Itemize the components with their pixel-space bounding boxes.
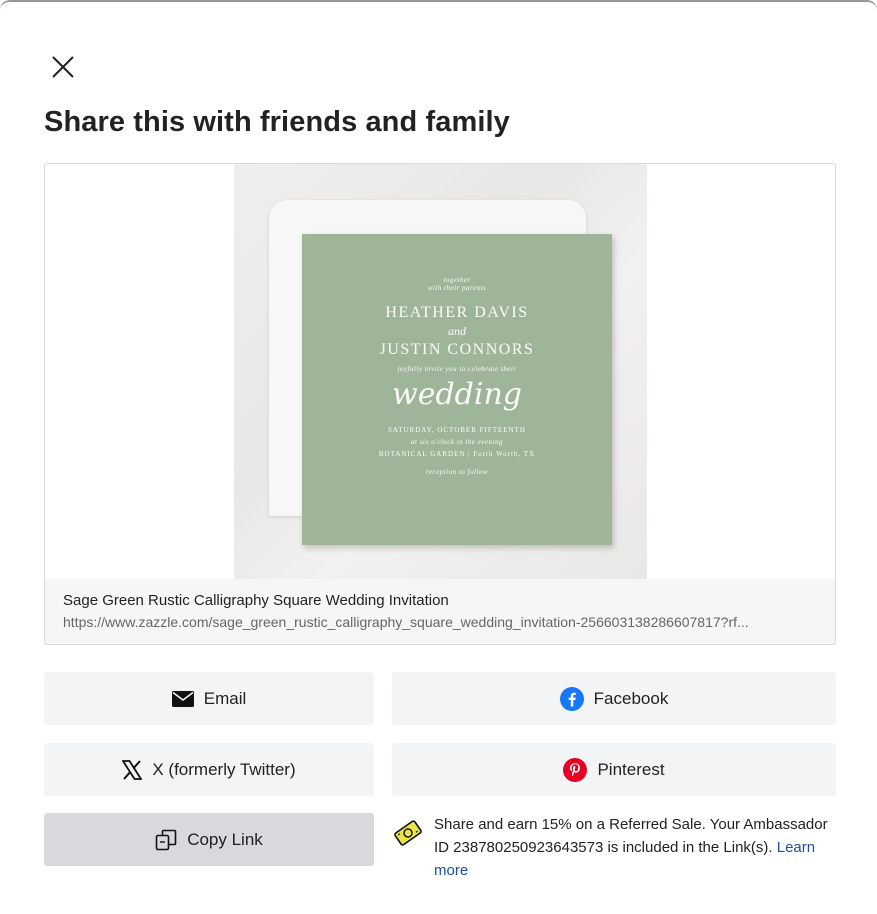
card-name2: JUSTIN CONNORS bbox=[379, 341, 535, 358]
share-modal: Share this with friends and family toget… bbox=[0, 0, 877, 914]
product-image: together with their parents HEATHER DAVI… bbox=[234, 164, 647, 579]
ambassador-icon bbox=[392, 817, 426, 851]
email-button[interactable]: Email bbox=[44, 672, 374, 725]
ambassador-text: Share and earn 15% on a Referred Sale. Y… bbox=[434, 813, 834, 882]
card-name1: HEATHER DAVIS bbox=[385, 304, 529, 321]
card-script: wedding bbox=[392, 377, 522, 412]
preview-caption: Sage Green Rustic Calligraphy Square Wed… bbox=[45, 579, 835, 644]
pinterest-label: Pinterest bbox=[597, 759, 665, 779]
card-venue: BOTANICAL GARDEN | Forth Worth, TX bbox=[378, 450, 536, 458]
card-reception: reception to follow bbox=[425, 468, 489, 476]
email-icon bbox=[171, 690, 194, 707]
pinterest-icon bbox=[563, 757, 588, 782]
facebook-icon bbox=[559, 686, 584, 711]
modal-title: Share this with friends and family bbox=[44, 106, 510, 138]
pinterest-button[interactable]: Pinterest bbox=[392, 743, 836, 796]
copy-link-button[interactable]: Copy Link bbox=[44, 813, 374, 866]
card-invite: joyfully invite you to celebrate their bbox=[397, 365, 517, 373]
ambassador-message: Share and earn 15% on a Referred Sale. Y… bbox=[434, 816, 828, 856]
x-twitter-button[interactable]: X (formerly Twitter) bbox=[44, 743, 374, 796]
copy-icon bbox=[155, 829, 177, 851]
card-line1: together bbox=[443, 276, 471, 284]
card-and: and bbox=[448, 324, 466, 338]
x-icon bbox=[122, 759, 143, 780]
email-label: Email bbox=[203, 688, 247, 708]
facebook-button[interactable]: Facebook bbox=[392, 672, 836, 725]
product-title: Sage Green Rustic Calligraphy Square Wed… bbox=[63, 592, 449, 609]
product-url: https://www.zazzle.com/sage_green_rustic… bbox=[63, 614, 749, 630]
copy-link-label: Copy Link bbox=[187, 829, 263, 849]
x-label: X (formerly Twitter) bbox=[152, 759, 296, 779]
invitation-card: together with their parents HEATHER DAVI… bbox=[302, 234, 612, 545]
product-preview: together with their parents HEATHER DAVI… bbox=[44, 163, 836, 645]
facebook-label: Facebook bbox=[593, 688, 669, 708]
card-line2: with their parents bbox=[427, 284, 487, 292]
card-date: SATURDAY, OCTOBER FIFTEENTH bbox=[388, 426, 526, 434]
close-icon[interactable] bbox=[48, 52, 78, 82]
card-time: at six o'clock in the evening bbox=[411, 438, 503, 446]
